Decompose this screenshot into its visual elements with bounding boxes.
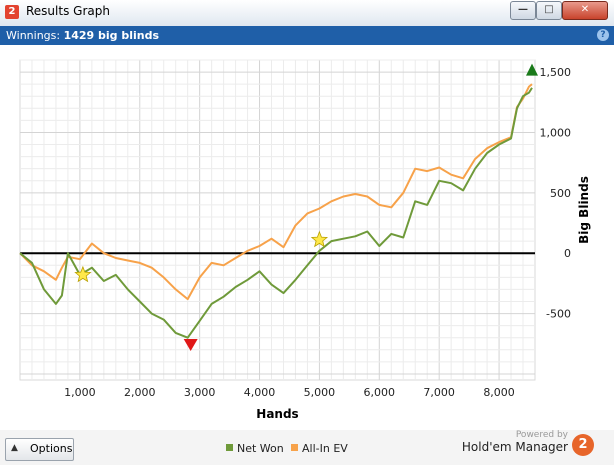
results-chart: 1,000 2,000 3,000 4,000 5,000 6,000 7,000 8,000… — [19, 59, 591, 421]
x-tick-label: 6,000 — [364, 386, 396, 399]
y-axis-label: Big Blinds — [577, 176, 591, 244]
powered-by-text: Powered by — [515, 430, 568, 440]
y-tick-label: 1,000 — [540, 126, 572, 139]
brand-name: Hold'em Manager — [461, 440, 568, 454]
close-button[interactable]: ✕ — [562, 1, 608, 20]
collapse-arrow-icon: ▲ — [11, 443, 18, 453]
x-tick-label: 8,000 — [483, 386, 515, 399]
help-icon[interactable]: ? — [597, 29, 609, 41]
bottom-bar: ▲ Options Net Won All-In EV Powered by H… — [0, 430, 614, 465]
legend-net-won: Net Won — [226, 442, 284, 455]
minimize-button[interactable]: — — [510, 1, 536, 20]
x-tick-label: 5,000 — [304, 386, 336, 399]
legend-net-won-label: Net Won — [237, 442, 284, 455]
winnings-label: Winnings: — [6, 29, 61, 42]
x-tick-label: 2,000 — [124, 386, 156, 399]
x-tick-label: 7,000 — [423, 386, 455, 399]
y-tick-label: 0 — [564, 247, 571, 260]
options-button[interactable]: ▲ Options — [5, 438, 74, 461]
winnings-bar: Winnings: 1429 big blinds ? — [0, 26, 614, 45]
title-bar[interactable]: 2 Results Graph — □ ✕ — [0, 0, 614, 27]
y-tick-label: 500 — [550, 187, 571, 200]
legend-all-in-ev-label: All-In EV — [302, 442, 348, 455]
results-graph-window: 2 Results Graph — □ ✕ Winnings: 1429 big… — [0, 0, 614, 465]
winnings-text: Winnings: 1429 big blinds — [6, 29, 159, 42]
x-axis-label: Hands — [256, 407, 298, 421]
brand: Powered by Hold'em Manager — [462, 430, 568, 454]
window-title: Results Graph — [26, 4, 110, 18]
x-tick-label: 1,000 — [64, 386, 96, 399]
maximize-button[interactable]: □ — [536, 1, 562, 20]
x-tick-label: 4,000 — [244, 386, 276, 399]
options-label: Options — [30, 442, 73, 455]
graph-area: 1,000 2,000 3,000 4,000 5,000 6,000 7,000 8,000… — [0, 45, 614, 430]
x-tick-label: 3,000 — [184, 386, 216, 399]
holdem-manager-logo-icon: 2 — [572, 434, 594, 456]
legend-all-in-ev: All-In EV — [291, 442, 348, 455]
y-tick-label: 1,500 — [540, 66, 572, 79]
winnings-value: 1429 big blinds — [63, 29, 160, 42]
all-in-ev-swatch — [291, 444, 298, 451]
app-icon: 2 — [5, 5, 19, 19]
y-tick-label: -500 — [546, 308, 571, 321]
net-won-swatch — [226, 444, 233, 451]
